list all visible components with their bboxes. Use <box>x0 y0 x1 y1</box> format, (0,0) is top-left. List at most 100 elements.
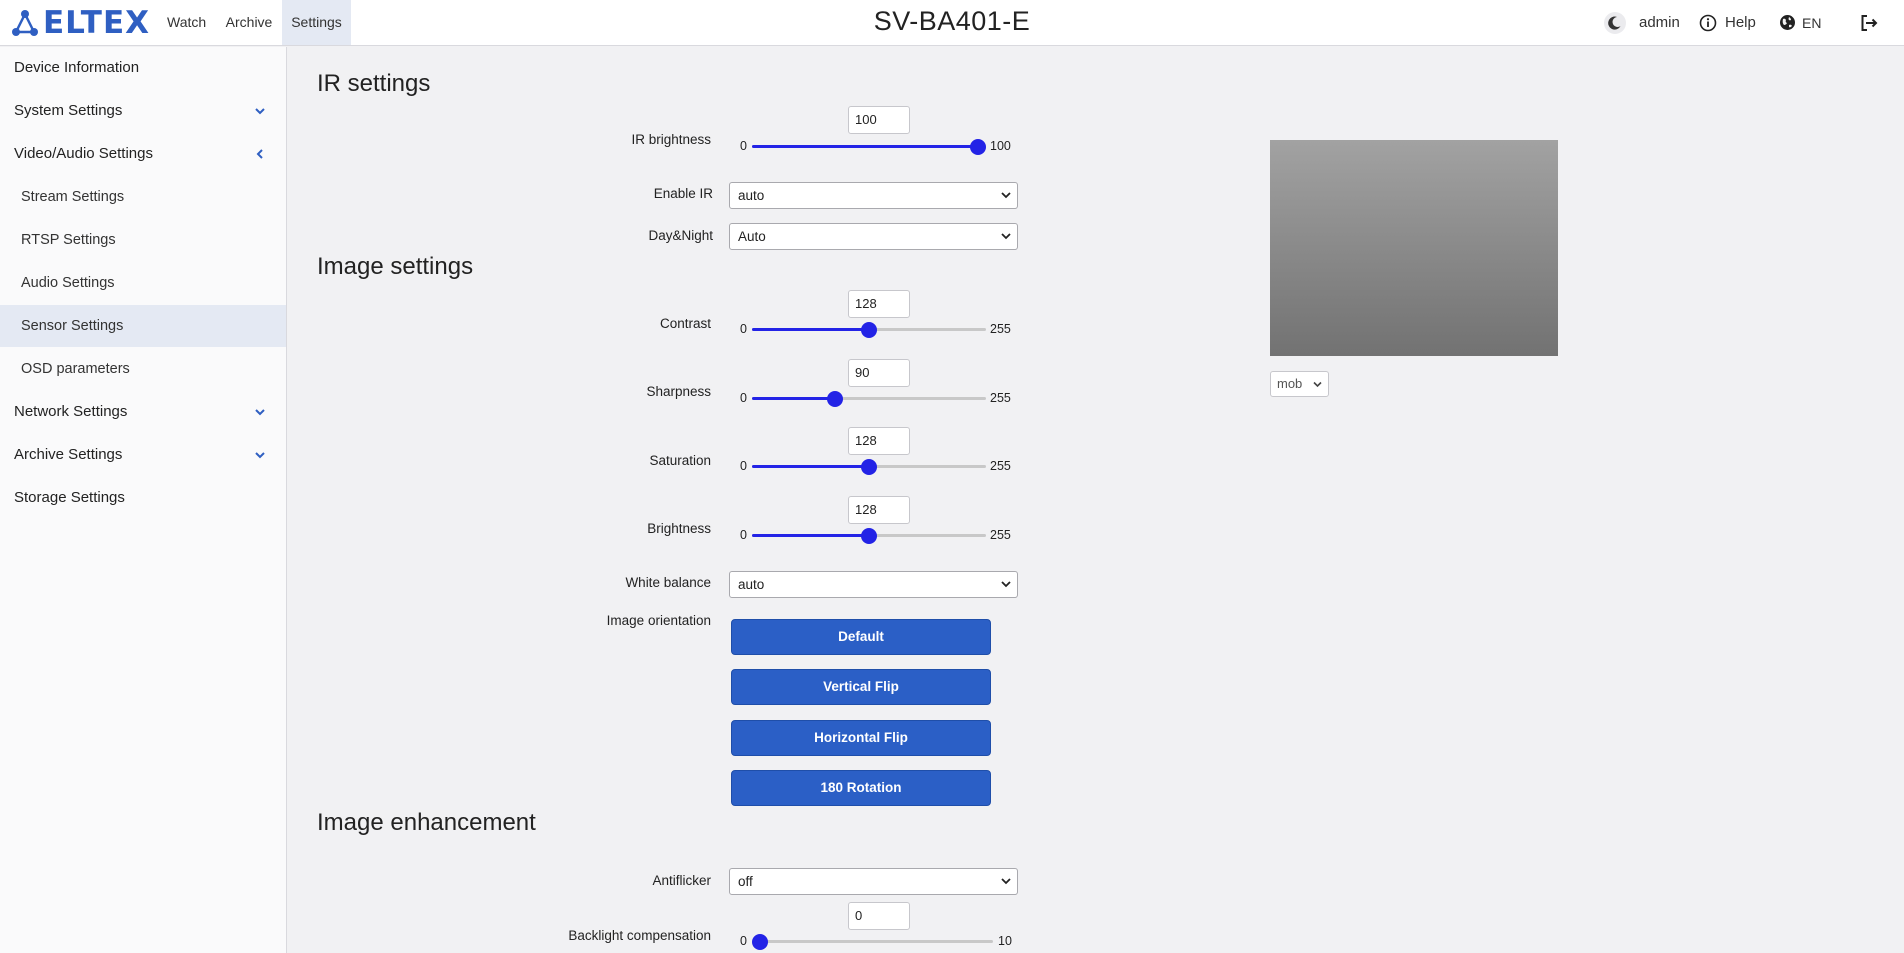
nav-settings[interactable]: Settings <box>282 0 351 45</box>
help-label: Help <box>1725 14 1756 31</box>
backlight-compensation-input[interactable]: 0 <box>848 902 910 930</box>
sidebar-item-label: Video/Audio Settings <box>14 145 153 162</box>
help-link[interactable]: Help <box>1699 0 1756 45</box>
chevron-down-icon <box>1001 233 1011 240</box>
sharpness-max: 255 <box>990 391 1011 405</box>
saturation-input[interactable]: 128 <box>848 427 910 455</box>
antiflicker-select[interactable]: off <box>729 868 1018 895</box>
sidebar-item-stream-settings[interactable]: Stream Settings <box>0 176 286 218</box>
sidebar-item-storage-settings[interactable]: Storage Settings <box>0 477 286 519</box>
sidebar-item-osd-parameters[interactable]: OSD parameters <box>0 348 286 390</box>
sidebar-item-network-settings[interactable]: Network Settings <box>0 391 286 433</box>
sidebar-item-label: Audio Settings <box>21 275 115 291</box>
ir-brightness-input[interactable]: 100 <box>848 106 910 134</box>
sidebar-item-rtsp-settings[interactable]: RTSP Settings <box>0 219 286 261</box>
contrast-slider[interactable] <box>752 321 986 338</box>
white-balance-select[interactable]: auto <box>729 571 1018 598</box>
user-name[interactable]: admin <box>1639 0 1680 45</box>
ir-brightness-slider[interactable] <box>752 138 986 155</box>
slider-thumb[interactable] <box>752 933 768 950</box>
sharpness-slider[interactable] <box>752 390 986 407</box>
sidebar-item-archive-settings[interactable]: Archive Settings <box>0 434 286 476</box>
sidebar-item-video-audio-settings[interactable]: Video/Audio Settings <box>0 133 286 175</box>
orientation-horizontal-flip-button[interactable]: Horizontal Flip <box>731 720 991 756</box>
orientation-default-button[interactable]: Default <box>731 619 991 655</box>
sidebar-item-audio-settings[interactable]: Audio Settings <box>0 262 286 304</box>
saturation-slider[interactable] <box>752 458 986 475</box>
ir-brightness-label: IR brightness <box>631 132 711 147</box>
chevron-down-icon <box>1001 878 1011 885</box>
chevron-down-icon <box>255 452 265 459</box>
sidebar-item-device-information[interactable]: Device Information <box>0 47 286 89</box>
backlight-compensation-max: 10 <box>998 934 1012 948</box>
brightness-slider[interactable] <box>752 527 986 544</box>
day-night-label: Day&Night <box>648 228 713 243</box>
nav-archive[interactable]: Archive <box>219 0 279 45</box>
slider-fill <box>752 145 978 148</box>
saturation-max: 255 <box>990 459 1011 473</box>
chevron-down-icon <box>1313 381 1322 388</box>
theme-moon-icon <box>1603 11 1627 35</box>
slider-fill <box>752 397 835 400</box>
backlight-compensation-min: 0 <box>740 934 747 948</box>
contrast-input[interactable]: 128 <box>848 290 910 318</box>
chevron-down-icon <box>255 108 265 115</box>
slider-thumb[interactable] <box>861 527 878 544</box>
sidebar-item-label: Device Information <box>14 59 140 76</box>
backlight-compensation-label: Backlight compensation <box>568 928 711 943</box>
sidebar-item-label: System Settings <box>14 102 123 119</box>
slider-thumb[interactable] <box>861 321 878 338</box>
orientation-vertical-flip-button[interactable]: Vertical Flip <box>731 669 991 705</box>
sidebar: Device Information System Settings Video… <box>0 47 287 953</box>
logo-text: ELTEX <box>43 5 151 41</box>
sidebar-item-sensor-settings[interactable]: Sensor Settings <box>0 305 286 347</box>
white-balance-value: auto <box>738 577 765 592</box>
logout-icon <box>1860 14 1878 32</box>
white-balance-label: White balance <box>625 575 711 590</box>
section-title-ir: IR settings <box>317 70 431 97</box>
sidebar-item-system-settings[interactable]: System Settings <box>0 90 286 132</box>
logo-mark-icon <box>12 10 38 36</box>
sidebar-item-label: Storage Settings <box>14 489 125 506</box>
info-icon <box>1699 14 1717 32</box>
sidebar-item-label: OSD parameters <box>21 361 130 377</box>
slider-thumb[interactable] <box>826 390 843 407</box>
saturation-label: Saturation <box>649 453 711 468</box>
eltex-logo[interactable]: ELTEX <box>10 5 151 41</box>
day-night-select[interactable]: Auto <box>729 223 1018 250</box>
enable-ir-value: auto <box>738 188 765 203</box>
globe-icon <box>1779 14 1796 31</box>
chevron-down-icon <box>1001 581 1011 588</box>
enable-ir-select[interactable]: auto <box>729 182 1018 209</box>
chevron-down-icon <box>1001 192 1011 199</box>
slider-fill <box>752 328 870 331</box>
slider-fill <box>752 534 870 537</box>
preview-stream-select[interactable]: mob <box>1270 371 1329 397</box>
backlight-compensation-slider[interactable] <box>752 933 993 950</box>
brightness-max: 255 <box>990 528 1011 542</box>
section-title-image: Image settings <box>317 253 474 280</box>
sharpness-input[interactable]: 90 <box>848 359 910 387</box>
contrast-min: 0 <box>740 322 747 336</box>
top-bar: ELTEX Watch Archive Settings SV-BA401-E … <box>0 0 1904 46</box>
contrast-label: Contrast <box>659 316 711 331</box>
theme-toggle[interactable] <box>1603 0 1627 45</box>
image-orientation-label: Image orientation <box>606 613 711 628</box>
sidebar-item-label: RTSP Settings <box>21 232 116 248</box>
sidebar-item-label: Sensor Settings <box>21 318 124 334</box>
sidebar-item-label: Network Settings <box>14 403 128 420</box>
sharpness-min: 0 <box>740 391 747 405</box>
sidebar-item-label: Archive Settings <box>14 446 123 463</box>
ir-brightness-max: 100 <box>990 139 1011 153</box>
brightness-min: 0 <box>740 528 747 542</box>
nav-watch[interactable]: Watch <box>161 0 211 45</box>
orientation-180-rotation-button[interactable]: 180 Rotation <box>731 770 991 806</box>
sidebar-item-label: Stream Settings <box>21 189 125 205</box>
language-selector[interactable]: EN <box>1779 0 1821 45</box>
logout-button[interactable] <box>1860 0 1878 45</box>
brightness-input[interactable]: 128 <box>848 496 910 524</box>
day-night-value: Auto <box>738 229 766 244</box>
slider-thumb[interactable] <box>861 458 878 475</box>
slider-thumb[interactable] <box>970 138 986 155</box>
antiflicker-label: Antiflicker <box>652 873 711 888</box>
